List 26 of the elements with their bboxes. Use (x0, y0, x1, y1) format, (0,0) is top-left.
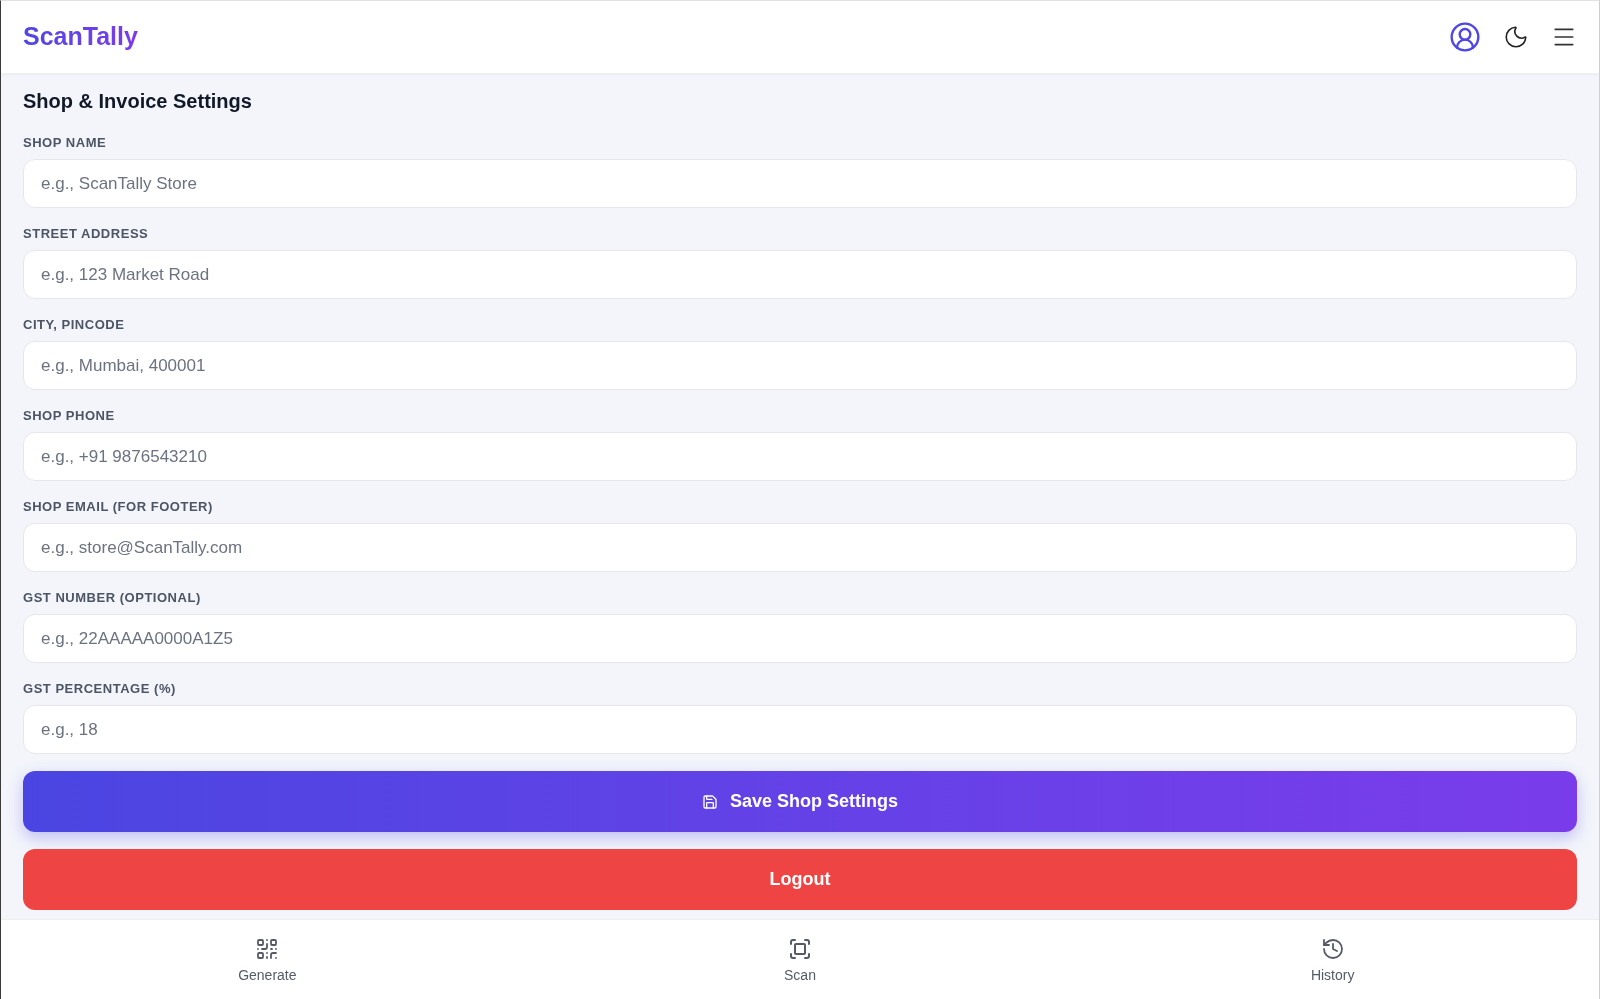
input-field[interactable]: e.g., 18 (23, 705, 1577, 754)
qr-code-icon (255, 936, 280, 961)
input-field[interactable]: e.g., ScanTally Store (23, 159, 1577, 208)
field-label: STREET ADDRESS (23, 226, 150, 242)
nav-tab[interactable]: Generate (1, 920, 534, 999)
input-field[interactable]: e.g., 123 Market Road (23, 250, 1577, 299)
field-label: CITY, PINCODE (23, 317, 126, 333)
field-label: SHOP NAME (23, 135, 108, 151)
logout-button[interactable]: Logout (23, 849, 1577, 910)
input-field[interactable]: e.g., +91 9876543210 (23, 432, 1577, 481)
scan-icon (788, 936, 812, 961)
field-label: GST NUMBER (OPTIONAL) (23, 590, 202, 606)
profile-icon[interactable] (1449, 21, 1481, 53)
input-field[interactable]: e.g., Mumbai, 400001 (23, 341, 1577, 390)
moon-icon[interactable] (1503, 24, 1529, 50)
input-field[interactable]: e.g., store@ScanTally.com (23, 523, 1577, 572)
nav-tab[interactable]: History (1066, 920, 1599, 999)
save-settings-button[interactable]: Save Shop Settings (23, 771, 1577, 832)
input-field[interactable]: e.g., 22AAAAA0000A1Z5 (23, 614, 1577, 663)
field-label: SHOP EMAIL (FOR FOOTER) (23, 499, 214, 515)
field-label: SHOP PHONE (23, 408, 116, 424)
save-icon (701, 793, 718, 810)
nav-tab[interactable]: Scan (533, 920, 1067, 999)
history-icon (1320, 936, 1345, 961)
field-label: GST PERCENTAGE (%) (23, 681, 177, 697)
page-title: Shop & Invoice Settings (23, 89, 253, 114)
